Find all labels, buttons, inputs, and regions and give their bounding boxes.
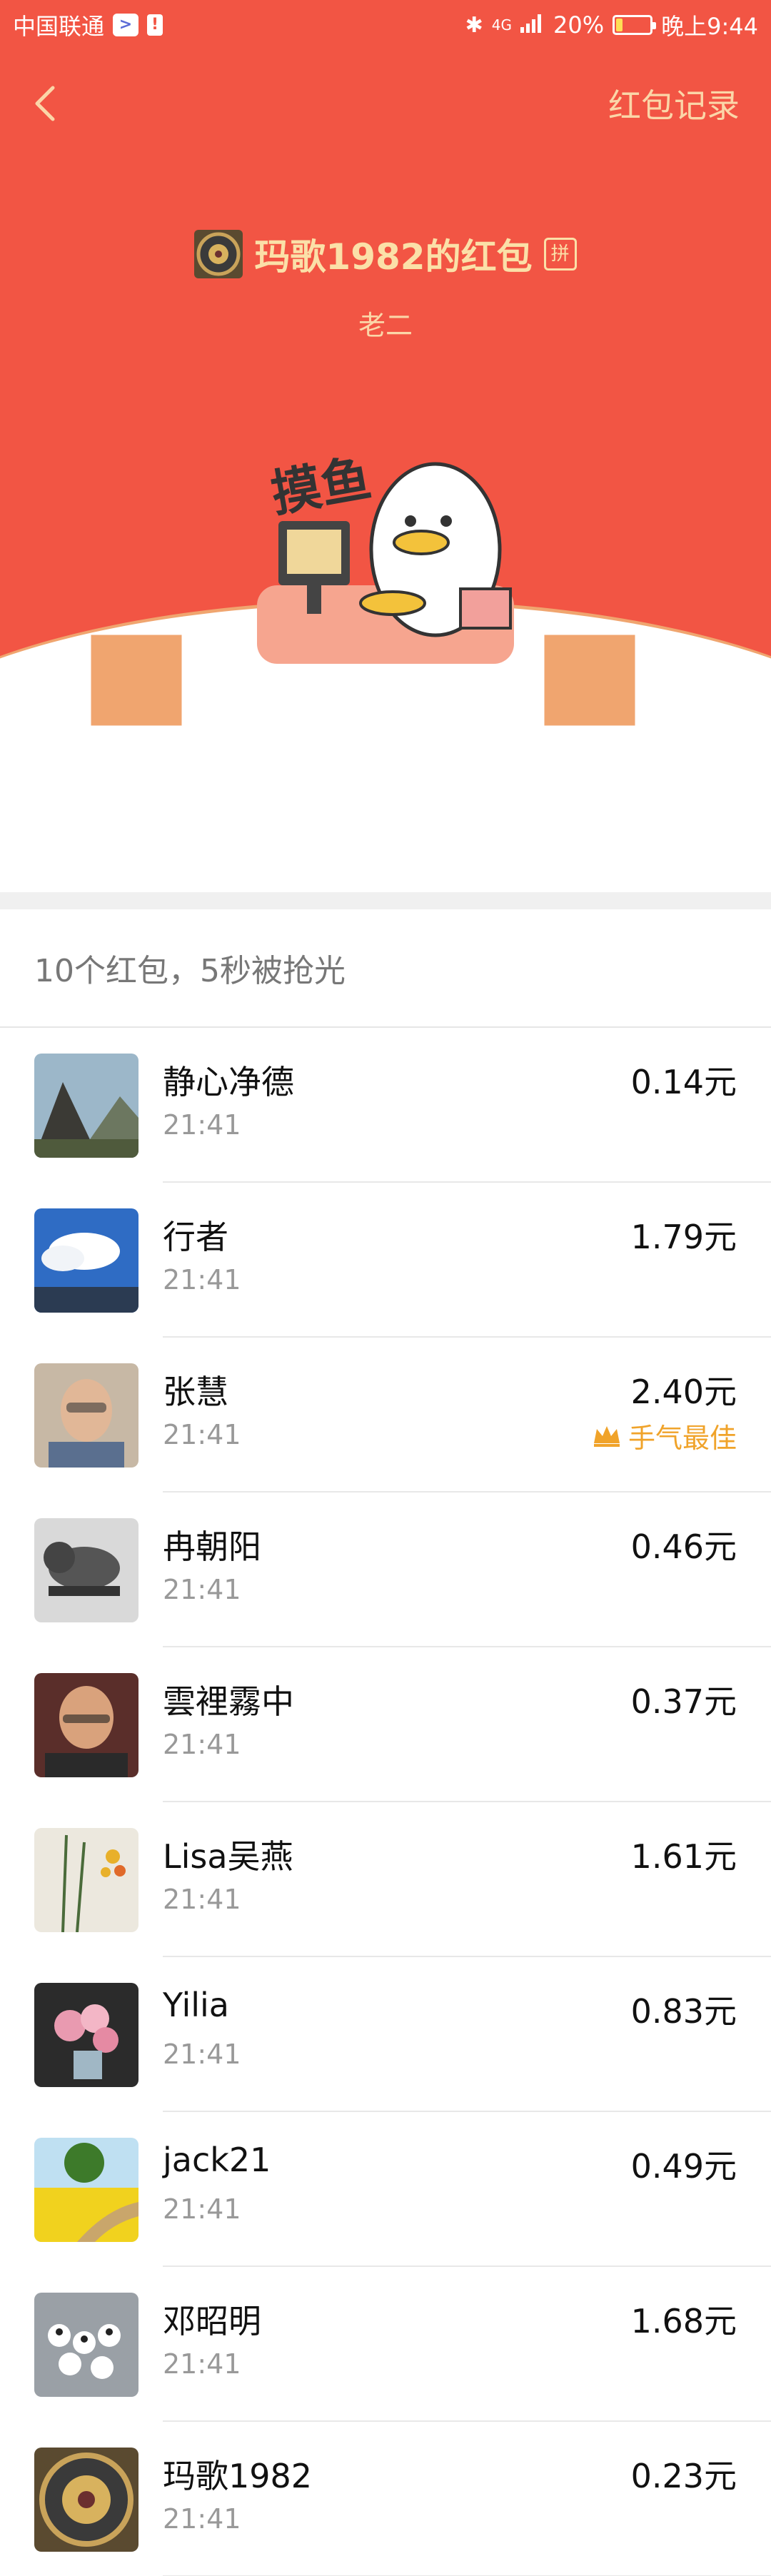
pin-badge: 拼 (543, 238, 577, 271)
best-luck-badge: 手气最佳 (593, 1416, 737, 1455)
amount: 1.61元 (630, 1837, 737, 1876)
recipient-name: jack21 (163, 2141, 271, 2179)
sticker-caption: 摸鱼 (267, 449, 376, 524)
grab-time: 21:41 (163, 1884, 241, 1915)
amount: 0.23元 (630, 2457, 737, 2495)
greeting-text: 老二 (358, 310, 413, 341)
battery-percent: 20% (553, 11, 605, 39)
grab-time: 21:41 (163, 1264, 241, 1295)
warning-icon: ! (147, 14, 163, 36)
recipient-name: Yilia (163, 1986, 229, 2024)
recipient-name: 冉朝阳 (163, 1527, 261, 1566)
avatar (34, 1054, 138, 1158)
list-item[interactable]: Lisa吴燕 21:41 1.61元 (0, 1802, 771, 1957)
list-item[interactable]: 玛歌1982 21:41 0.23元 (0, 2422, 771, 2576)
avatar (34, 1673, 138, 1777)
signal-icon (520, 11, 545, 39)
amount: 0.37元 (630, 1682, 737, 1721)
list-item[interactable]: 张慧 21:41 2.40元 手气最佳 (0, 1338, 771, 1492)
list-item[interactable]: jack21 21:41 0.49元 (0, 2112, 771, 2267)
grab-time: 21:41 (163, 1729, 241, 1760)
grab-time: 21:41 (163, 1419, 241, 1450)
chevron-left-icon (35, 86, 55, 121)
avatar (34, 1828, 138, 1932)
section-divider (0, 892, 771, 909)
grab-time: 21:41 (163, 2039, 241, 2070)
recipient-name: 行者 (163, 1218, 228, 1256)
grab-time: 21:41 (163, 2193, 241, 2225)
avatar (34, 1208, 138, 1313)
duck-sticker: 摸鱼 (257, 414, 514, 664)
recipient-name: 邓昭明 (163, 2302, 261, 2340)
crown-icon (593, 1425, 620, 1447)
bluetooth-icon: ✱ (465, 12, 483, 38)
hero-header: 中国联通 > ! ✱ 4G 20% 晚上9:44 红包记录 玛歌1982的红包 … (0, 0, 771, 842)
recipient-name: 玛歌1982 (163, 2457, 313, 2495)
network-label: 4G (491, 16, 512, 34)
avatar (34, 1983, 138, 2087)
sender-name: 玛歌1982的红包 (254, 236, 533, 278)
red-packet-record-link[interactable]: 红包记录 (608, 80, 740, 127)
avatar (34, 1363, 138, 1468)
recipient-name: 静心净德 (163, 1063, 294, 1101)
battery-icon (613, 15, 657, 35)
list-item[interactable]: 行者 21:41 1.79元 (0, 1183, 771, 1338)
grab-time: 21:41 (163, 1574, 241, 1605)
list-item[interactable]: 静心净德 21:41 0.14元 (0, 1028, 771, 1183)
sender-avatar (194, 230, 243, 278)
recipient-list: 静心净德 21:41 0.14元 行者 21:41 1.79元 张慧 21:41… (0, 1028, 771, 2576)
sender-header: 玛歌1982的红包 拼 (0, 228, 771, 280)
top-nav: 红包记录 (0, 71, 771, 136)
status-bar: 中国联通 > ! ✱ 4G 20% 晚上9:44 (0, 0, 771, 50)
grab-time: 21:41 (163, 2503, 241, 2535)
avatar (34, 2448, 138, 2552)
amount: 0.46元 (630, 1527, 737, 1566)
amount: 0.83元 (630, 1992, 737, 2031)
list-item[interactable]: 冉朝阳 21:41 0.46元 (0, 1492, 771, 1647)
amount: 0.49元 (630, 2147, 737, 2186)
amount: 0.14元 (630, 1063, 737, 1101)
recipient-name: Lisa吴燕 (163, 1837, 293, 1876)
list-item[interactable]: 雲裡霧中 21:41 0.37元 (0, 1647, 771, 1802)
amount: 1.68元 (630, 2302, 737, 2340)
packet-summary: 10个红包，5秒被抢光 (0, 909, 771, 1028)
best-luck-label: 手气最佳 (628, 1423, 737, 1454)
avatar (34, 1518, 138, 1622)
grab-time: 21:41 (163, 1109, 241, 1141)
app-notification-icon: > (113, 14, 139, 36)
grab-time: 21:41 (163, 2348, 241, 2380)
amount: 2.40元 (630, 1373, 737, 1411)
list-item[interactable]: 邓昭明 21:41 1.68元 (0, 2267, 771, 2422)
back-button[interactable] (31, 82, 74, 125)
recipient-name: 雲裡霧中 (163, 1682, 294, 1721)
recipient-name: 张慧 (163, 1373, 228, 1411)
list-item[interactable]: Yilia 21:41 0.83元 (0, 1957, 771, 2112)
clock: 晚上9:44 (661, 13, 758, 40)
amount: 1.79元 (630, 1218, 737, 1256)
avatar (34, 2293, 138, 2397)
avatar (34, 2138, 138, 2242)
carrier-label: 中国联通 (13, 13, 105, 40)
